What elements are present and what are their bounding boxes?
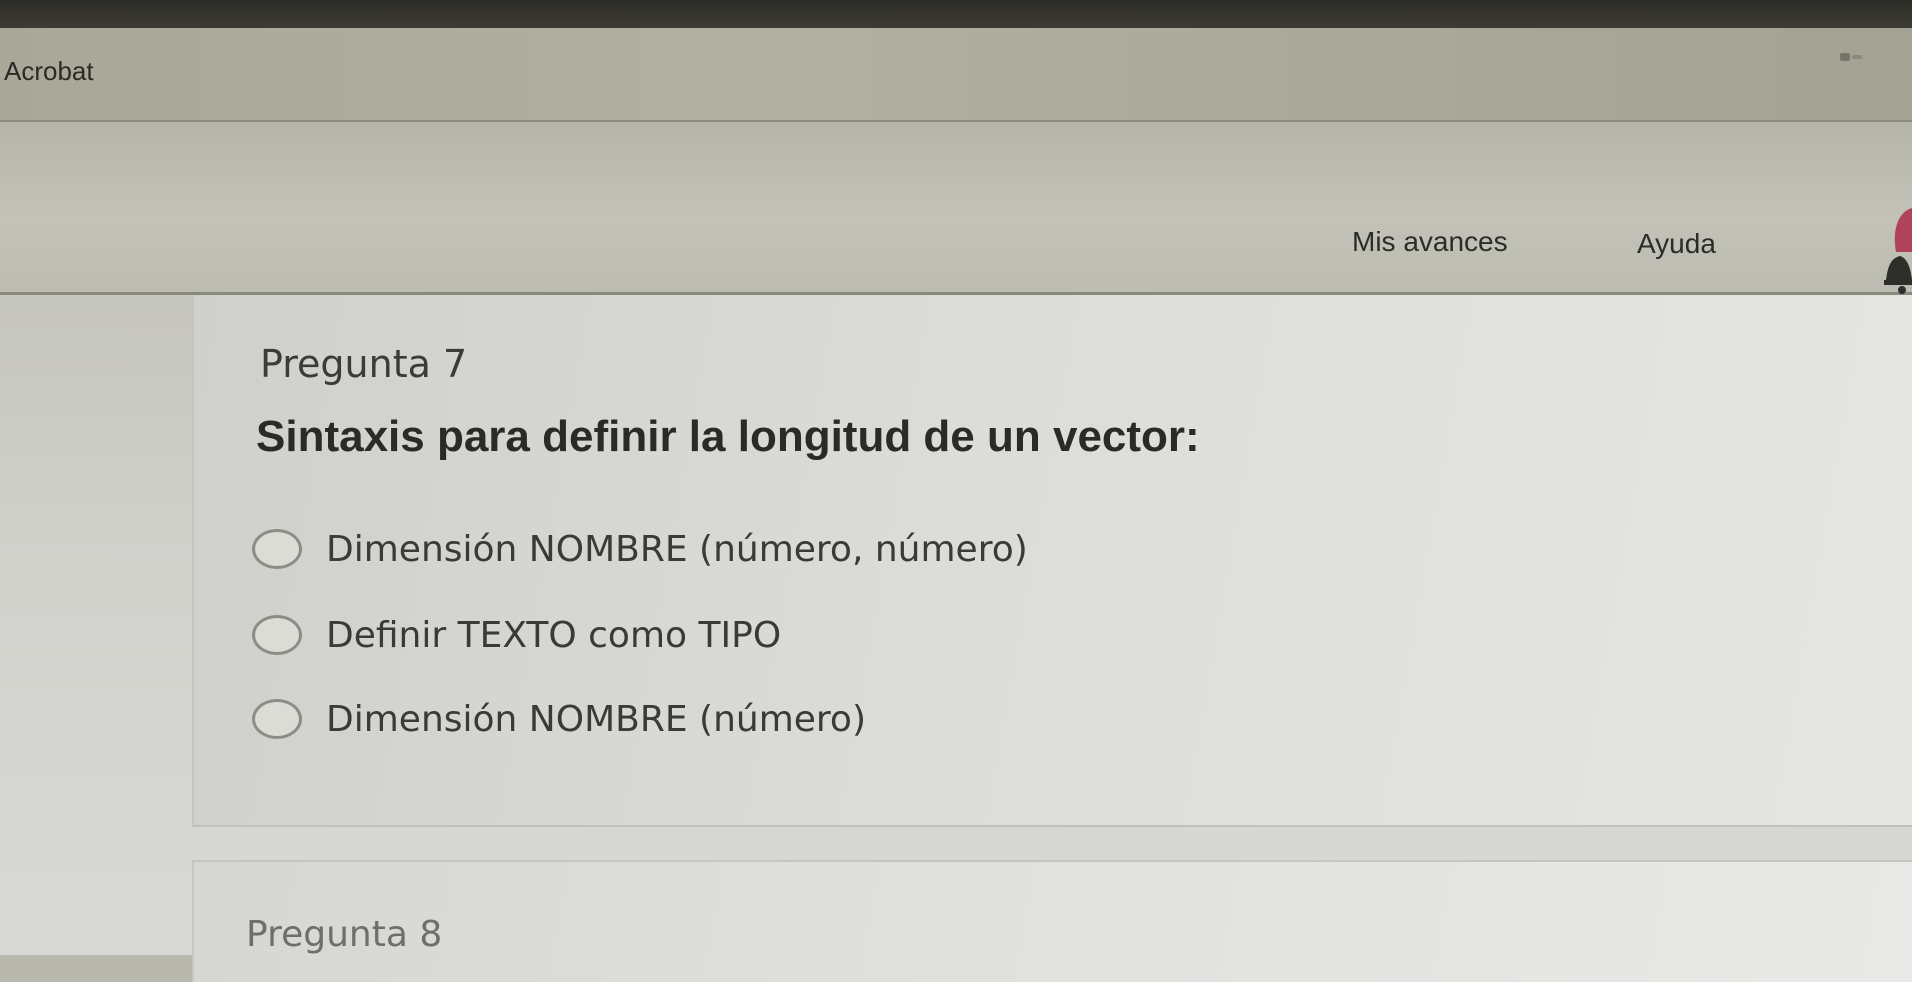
question-number: Pregunta 7 <box>260 342 468 386</box>
site-header: Mis avances Ayuda <box>0 122 1912 295</box>
question-card: Pregunta 7 Sintaxis para definir la long… <box>192 295 1912 827</box>
nav-help[interactable]: Ayuda <box>1637 228 1716 260</box>
answer-option-label: Definir TEXTO como TIPO <box>326 614 782 656</box>
main-content: Pregunta 7 Sintaxis para definir la long… <box>0 295 1912 982</box>
answer-option-label: Dimensión NOMBRE (número, número) <box>326 528 1028 570</box>
answer-option[interactable]: Dimensión NOMBRE (número, número) <box>252 521 1028 577</box>
extension-icon[interactable] <box>1838 50 1864 64</box>
next-question-number: Pregunta 8 <box>246 914 443 955</box>
bookmark-acrobat[interactable]: Acrobat <box>4 56 94 87</box>
nav-my-progress[interactable]: Mis avances <box>1352 226 1508 258</box>
answer-option[interactable]: Dimensión NOMBRE (número) <box>252 691 866 747</box>
question-text: Sintaxis para definir la longitud de un … <box>256 412 1200 461</box>
next-question-card: Pregunta 8 <box>192 860 1912 982</box>
bookmarks-bar: Acrobat <box>0 28 1912 122</box>
radio-button-icon[interactable] <box>252 699 302 739</box>
answer-option[interactable]: Definir TEXTO como TIPO <box>252 607 781 663</box>
window-top-strip <box>0 0 1912 28</box>
bell-icon[interactable] <box>1876 200 1912 296</box>
answer-option-label: Dimensión NOMBRE (número) <box>326 698 866 740</box>
radio-button-icon[interactable] <box>252 615 302 655</box>
radio-button-icon[interactable] <box>252 529 302 569</box>
